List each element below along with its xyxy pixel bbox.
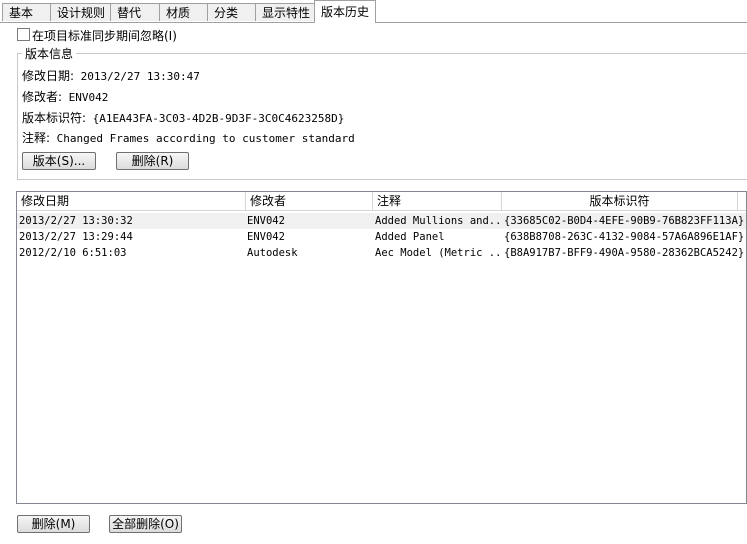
version-id-line: 版本标识符: {A1EA43FA-3C03-4D2B-9D3F-3C0C4623… [22,109,344,126]
delete-all-button[interactable]: 全部删除(O) [109,515,182,533]
modified-date-line: 修改日期: 2013/2/27 13:30:47 [22,67,200,84]
table-row[interactable]: 2013/2/27 13:30:32 ENV042 Added Mullions… [17,213,746,229]
tab-basic[interactable]: 基本 [2,3,51,21]
tab-design-rules[interactable]: 设计规则 [50,3,111,21]
row-version-id: {B8A917B7-BFF9-490A-9580-28362BCA5242} [504,247,745,259]
modifier-line: 修改者: ENV042 [22,88,108,105]
list-header: 修改日期 修改者 注释 版本标识符 [17,192,746,211]
version-button[interactable]: 版本(S)... [22,152,96,170]
tab-substitutes[interactable]: 替代 [110,3,160,21]
column-header-modified-date[interactable]: 修改日期 [17,192,246,210]
version-id-label: 版本标识符: [22,111,87,125]
row-comment: Aec Model (Metric ... [375,247,501,259]
row-modifier: ENV042 [247,231,285,243]
delete-button[interactable]: 删除(M) [17,515,90,533]
row-comment: Added Mullions and... [375,215,501,227]
tab-bar: 基本 设计规则 替代 材质 分类 显示特性 版本历史 [0,0,747,23]
modified-date-label: 修改日期: [22,69,75,83]
column-header-modifier[interactable]: 修改者 [246,192,373,210]
row-version-id: {638B8708-263C-4132-9084-57A6A896E1AF} [504,231,745,243]
row-date: 2013/2/27 13:30:32 [19,215,133,227]
comment-line: 注释: Changed Frames according to customer… [22,129,355,146]
version-history-list[interactable]: 修改日期 修改者 注释 版本标识符 2013/2/27 13:30:32 ENV… [16,191,747,504]
table-row[interactable]: 2012/2/10 6:51:03 Autodesk Aec Model (Me… [17,245,746,261]
tab-display-properties[interactable]: 显示特性 [255,3,316,21]
table-row[interactable]: 2013/2/27 13:29:44 ENV042 Added Panel {6… [17,229,746,245]
row-version-id: {33685C02-B0D4-4EFE-90B9-76B823FF113A} [504,215,745,227]
delete-version-button[interactable]: 删除(R) [116,152,189,170]
modified-date-value: 2013/2/27 13:30:47 [80,70,200,83]
tab-classification[interactable]: 分类 [207,3,256,21]
comment-value: Changed Frames according to customer sta… [56,132,355,145]
version-info-title: 版本信息 [22,45,77,62]
comment-label: 注释: [22,131,51,145]
column-header-comment[interactable]: 注释 [373,192,502,210]
row-comment: Added Panel [375,231,445,243]
tab-materials[interactable]: 材质 [159,3,208,21]
row-modifier: ENV042 [247,215,285,227]
modifier-label: 修改者: [22,90,63,104]
version-id-value: {A1EA43FA-3C03-4D2B-9D3F-3C0C4623258D} [92,112,345,125]
ignore-sync-checkbox[interactable] [17,28,30,41]
row-modifier: Autodesk [247,247,298,259]
ignore-sync-label: 在项目标准同步期间忽略(I) [32,29,177,43]
row-date: 2013/2/27 13:29:44 [19,231,133,243]
tab-version-history[interactable]: 版本历史 [314,0,376,23]
modifier-value: ENV042 [68,91,109,104]
row-date: 2012/2/10 6:51:03 [19,247,127,259]
column-header-version-id[interactable]: 版本标识符 [502,192,738,210]
